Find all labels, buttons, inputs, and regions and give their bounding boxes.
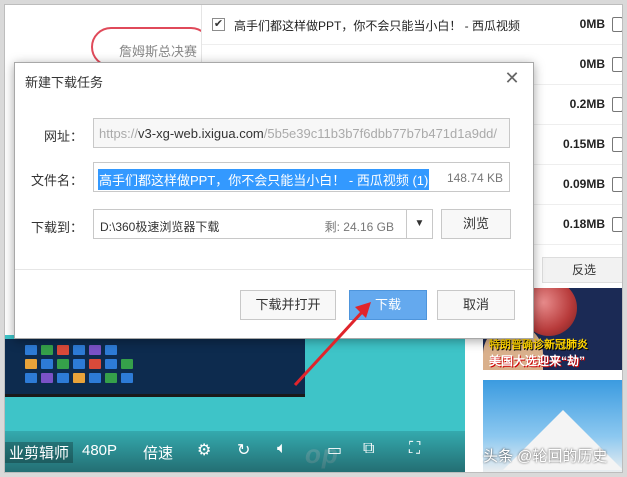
annotation-arrow [293,302,371,387]
screenshot-frame: 詹姆斯总决赛 ✔ 高手们都这样做PPT，你不会只能当小白！ - 西瓜视频 0MB… [4,4,623,473]
arrow-shaft [293,309,365,387]
